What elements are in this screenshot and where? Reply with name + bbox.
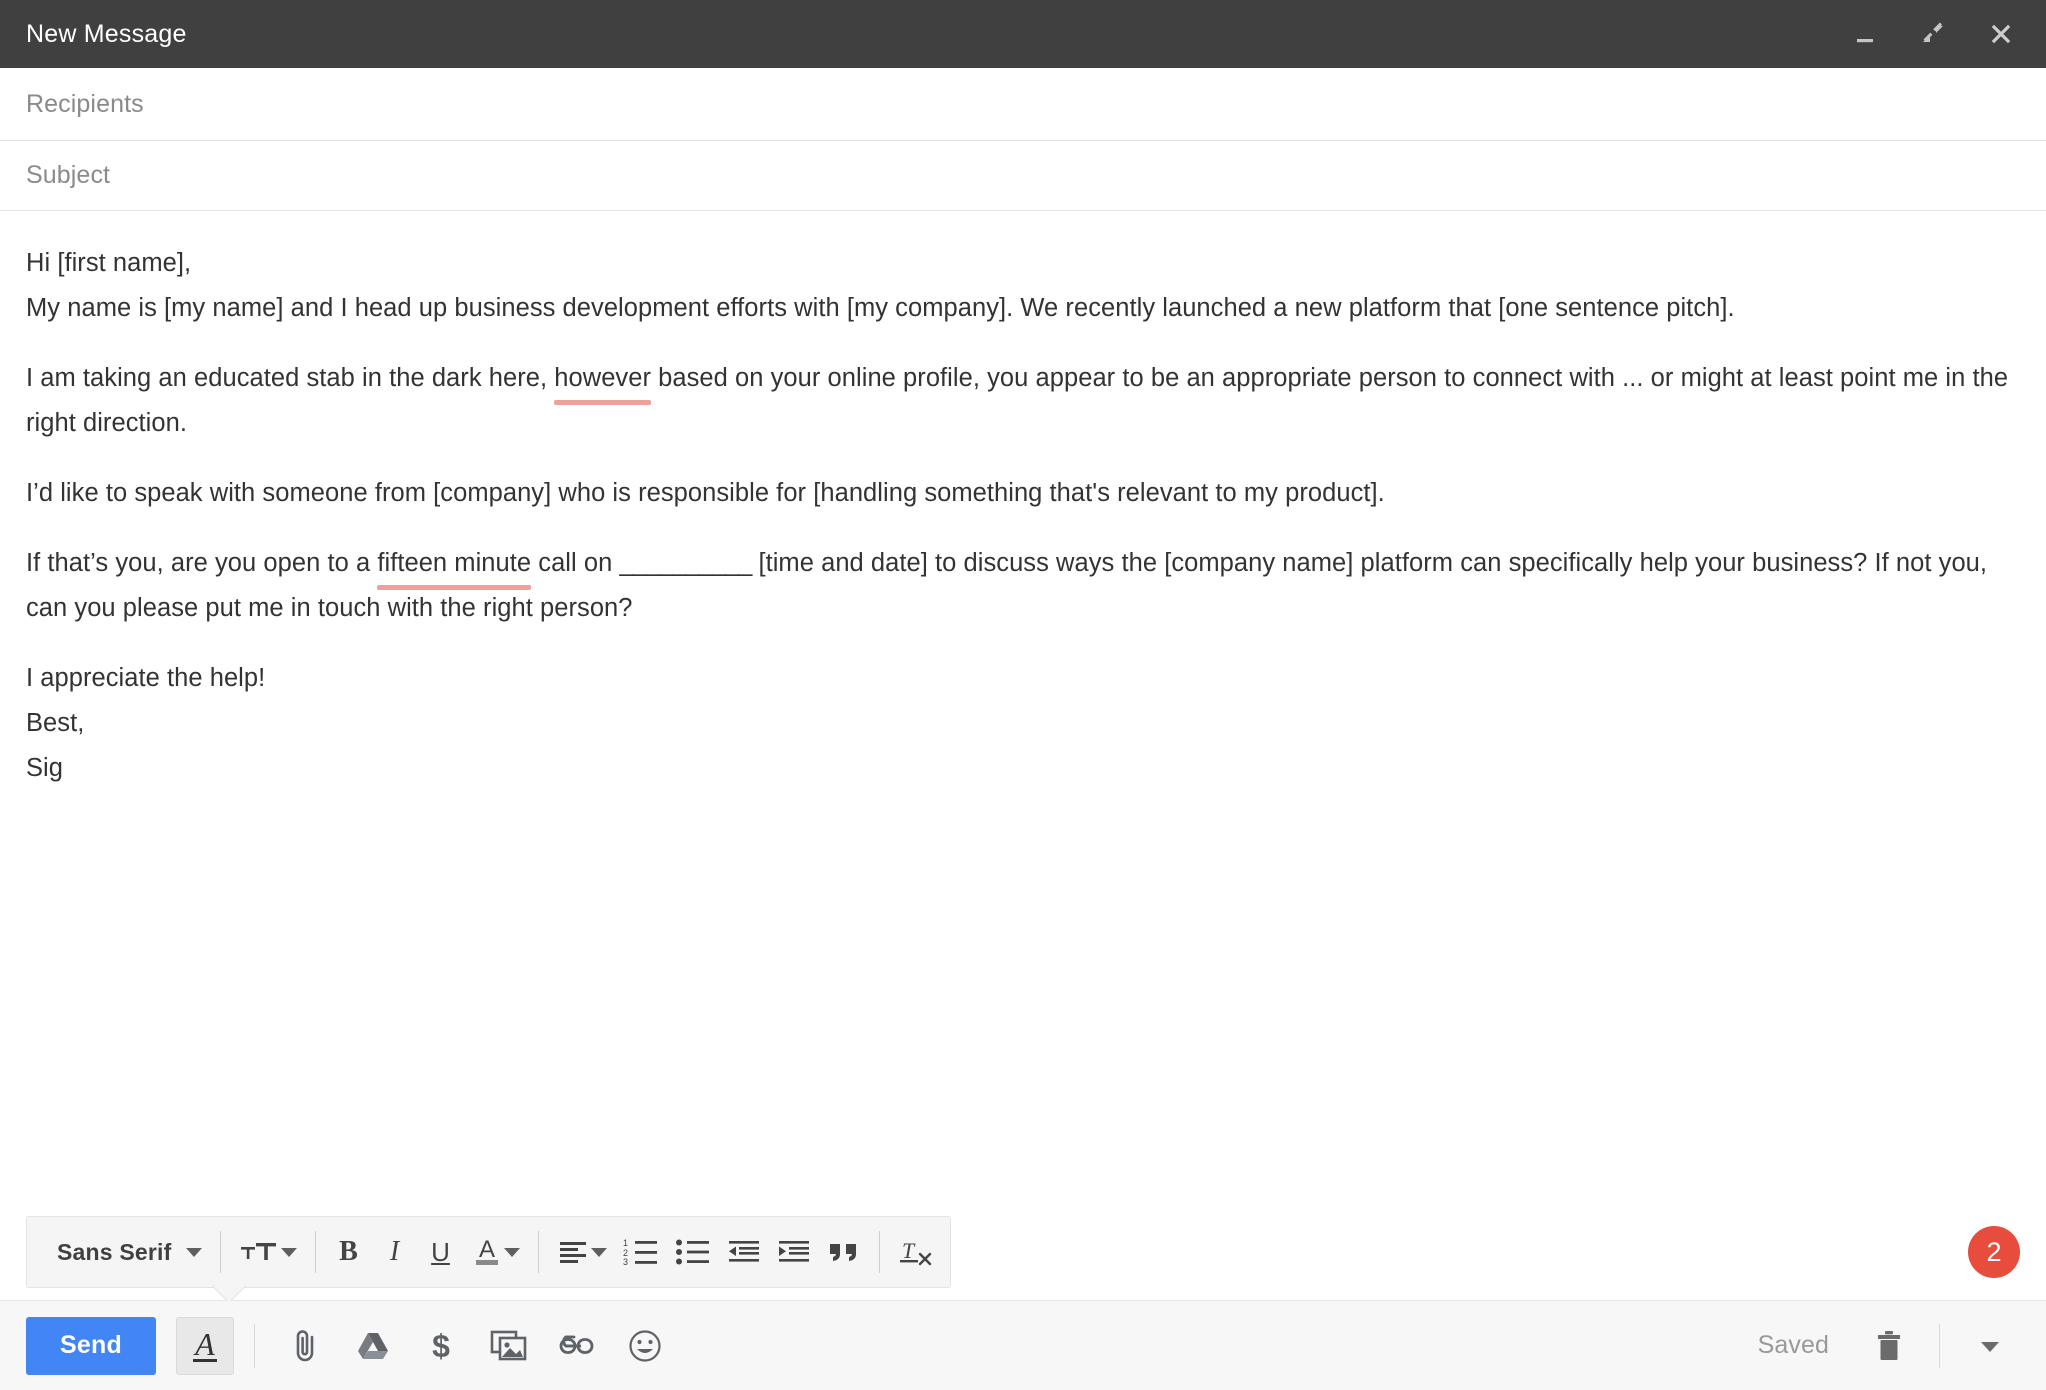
insert-money-button[interactable]: $ [411,1317,471,1375]
numbered-list-icon: 1 2 3 [623,1238,657,1266]
font-family-selector[interactable]: Sans Serif [35,1224,210,1280]
subject-placeholder: Subject [26,161,111,189]
text-size-icon [240,1243,276,1260]
italic-icon: I [389,1236,400,1267]
minimize-icon [1857,39,1873,43]
body-paragraph-1: My name is [my name] and I head up busin… [26,294,1735,322]
window-controls [1848,17,2018,51]
format-text-icon: A [193,1325,217,1363]
bold-icon: B [339,1236,358,1267]
close-icon [1991,24,2011,44]
svg-text:A: A [478,1236,494,1263]
svg-text:1: 1 [623,1238,628,1248]
chevron-down-icon [1981,1341,1999,1352]
chevron-down-icon [280,1247,297,1257]
draft-saved-status: Saved [1757,1331,1829,1359]
font-size-button[interactable] [231,1224,305,1280]
insert-emoji-button[interactable] [615,1317,675,1375]
toolbar-pointer [212,1283,246,1301]
discard-draft-button[interactable] [1859,1317,1919,1375]
insert-drive-files-button[interactable] [343,1317,403,1375]
minimize-button[interactable] [1848,17,1882,51]
notification-badge[interactable]: 2 [1968,1226,2020,1278]
underline-icon: U [431,1236,450,1267]
indent-icon [778,1241,809,1262]
body-paragraph-2: I am taking an educated stab in the dark… [26,356,2020,446]
message-body[interactable]: Hi [first name], My name is [my name] an… [0,211,2046,1204]
bottom-bar-divider [1939,1323,1940,1368]
compose-title: New Message [26,19,187,48]
collapse-arrows-icon [1923,22,1943,42]
chevron-down-icon [590,1247,607,1257]
align-left-icon [559,1242,586,1263]
compose-title-bar: New Message [0,0,2046,68]
bulleted-list-icon [675,1239,709,1265]
insert-photo-button[interactable] [479,1317,539,1375]
formatting-toolbar-container: Sans Serif B I U A 1 2 3 T 2 [0,1204,2046,1300]
svg-text:$: $ [432,1328,450,1364]
compose-bottom-bar: Send A $ Saved [0,1300,2046,1390]
p4-text-before: If that’s you, are you open to a [26,549,378,577]
italic-button[interactable]: I [372,1224,418,1280]
spellcheck-suggestion-however[interactable]: however [554,356,651,405]
svg-text:T: T [902,1238,916,1263]
chevron-down-icon [503,1247,520,1257]
formatting-options-button[interactable]: A [175,1316,234,1375]
more-options-button[interactable] [1960,1317,2020,1375]
bottom-bar-divider [253,1323,255,1368]
trash-icon [1878,1330,1900,1360]
outdent-icon [728,1241,759,1262]
toolbar-divider [878,1231,880,1273]
body-paragraph-4: If that’s you, are you open to a fifteen… [26,541,2020,631]
text-color-button[interactable]: A [464,1224,528,1280]
underline-button[interactable]: U [418,1224,464,1280]
recipients-placeholder: Recipients [26,89,144,118]
p4-text-mid: call on [531,549,620,577]
paperclip-icon [296,1329,314,1361]
body-greeting: Hi [first name], [26,249,192,277]
p2-text-before: I am taking an educated stab in the dark… [26,364,555,392]
numbered-list-button[interactable]: 1 2 3 [615,1224,667,1280]
bulleted-list-button[interactable] [667,1224,719,1280]
body-paragraph-3: I’d like to speak with someone from [com… [26,479,1385,507]
minimize-restore-button[interactable] [1916,17,1950,51]
formatting-toolbar: Sans Serif B I U A 1 2 3 T [26,1216,951,1288]
outdent-button[interactable] [719,1224,769,1280]
quote-icon [829,1244,856,1261]
bold-button[interactable]: B [326,1224,372,1280]
p4-blank-placeholder: __________ [619,549,752,577]
google-drive-icon [357,1332,388,1359]
subject-field[interactable]: Subject [0,141,2046,211]
font-family-label: Sans Serif [57,1238,172,1265]
quote-button[interactable] [819,1224,869,1280]
emoji-icon [629,1329,661,1362]
image-icon [490,1330,527,1360]
remove-formatting-icon: T [899,1238,931,1266]
link-icon [559,1335,594,1354]
toolbar-divider [537,1231,539,1273]
insert-link-button[interactable] [547,1317,607,1375]
align-button[interactable] [549,1224,615,1280]
close-button[interactable] [1984,17,2018,51]
body-signature: Sig [26,754,64,782]
dollar-icon: $ [432,1328,450,1364]
body-closing-2: Best, [26,709,85,737]
recipients-field[interactable]: Recipients [0,68,2046,141]
compose-window: New Message Recipients Subject Hi [first… [0,0,2046,1390]
body-closing-1: I appreciate the help! [26,664,266,692]
attach-files-button[interactable] [275,1317,335,1375]
send-button[interactable]: Send [26,1316,156,1375]
spellcheck-suggestion-fifteen-minute[interactable]: fifteen minute [377,541,531,590]
chevron-down-icon [185,1247,202,1257]
remove-formatting-button[interactable]: T [890,1224,942,1280]
toolbar-divider [314,1231,316,1273]
indent-button[interactable] [769,1224,819,1280]
text-color-icon: A [475,1236,498,1265]
toolbar-divider [219,1231,221,1273]
svg-text:3: 3 [623,1257,628,1266]
